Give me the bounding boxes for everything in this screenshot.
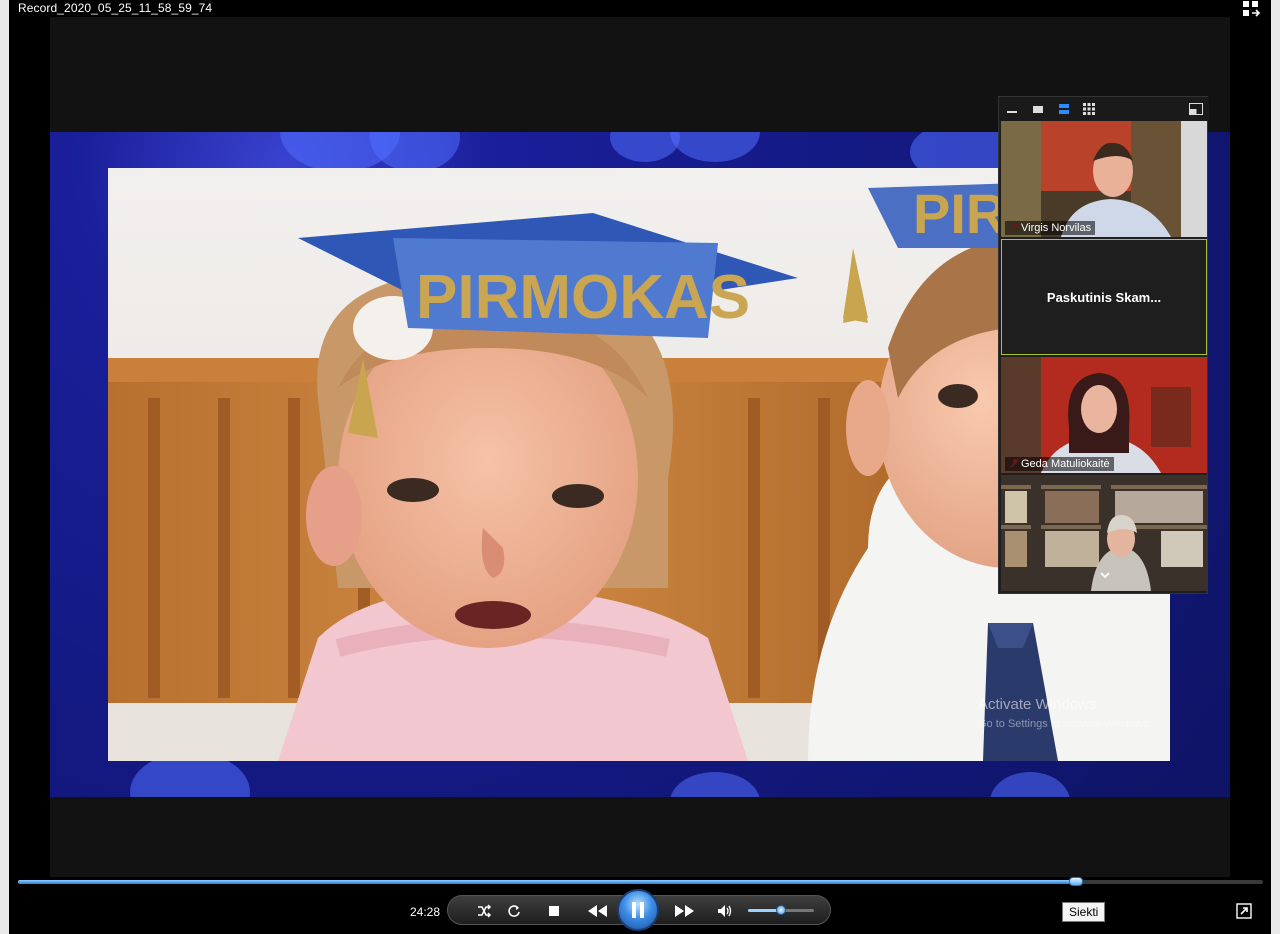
volume-thumb[interactable] xyxy=(776,905,786,915)
gallery-toolbar xyxy=(999,97,1209,121)
switch-to-now-playing-icon[interactable] xyxy=(1236,903,1252,919)
elapsed-time: 24:28 xyxy=(410,905,441,919)
participant-name-centered: Paskutinis Skam... xyxy=(1046,290,1162,305)
single-video-icon[interactable] xyxy=(1032,103,1044,115)
participant-name: Geda Matuliokaitė xyxy=(1005,457,1114,471)
volume-slider[interactable] xyxy=(748,905,814,915)
window-border-right xyxy=(1271,0,1280,934)
exit-panel-icon[interactable] xyxy=(1189,103,1203,115)
seek-progress xyxy=(18,880,1077,884)
shuffle-button[interactable] xyxy=(474,896,494,926)
pause-button[interactable] xyxy=(617,889,659,931)
participant-tile-active-speaker[interactable]: Paskutinis Skam... xyxy=(1001,239,1207,355)
svg-text:PIR: PIR xyxy=(913,182,1006,245)
participant-gallery-panel: Virgis Norvilas Paskutinis Skam... Geda … xyxy=(998,96,1209,594)
shuffle-icon xyxy=(478,904,492,918)
participant-video xyxy=(1001,357,1207,473)
next-button[interactable] xyxy=(662,896,706,926)
speaker-icon xyxy=(718,905,732,917)
repeat-icon xyxy=(508,905,520,917)
participant-name: Virgis Norvilas xyxy=(1005,221,1096,235)
mute-button[interactable] xyxy=(714,896,736,926)
seek-bar[interactable] xyxy=(18,877,1263,886)
minimize-video-icon[interactable] xyxy=(1006,103,1018,115)
stop-button[interactable] xyxy=(544,896,564,926)
svg-text:PIRMOKAS: PIRMOKAS xyxy=(416,263,750,332)
participant-tile[interactable]: Virgis Norvilas xyxy=(1001,121,1207,237)
participant-tile[interactable]: Geda Matuliokaitė xyxy=(1001,357,1207,473)
fast-forward-icon xyxy=(675,905,694,917)
previous-button[interactable] xyxy=(576,896,620,926)
repeat-button[interactable] xyxy=(504,896,524,926)
window-border-left xyxy=(0,0,9,934)
activation-watermark-subtitle: Go to Settings to activate Windows. xyxy=(978,718,1152,730)
media-player-window: Record_2020_05_25_11_58_59_74 PIR PIRMOK… xyxy=(0,0,1280,934)
participant-tile[interactable] xyxy=(1001,475,1207,591)
strip-view-icon[interactable] xyxy=(1058,103,1070,115)
activation-watermark-title: Activate Windows xyxy=(978,696,1097,713)
seek-tooltip: Siekti xyxy=(1062,902,1106,922)
stop-icon xyxy=(549,906,559,916)
gallery-grid-icon[interactable] xyxy=(1083,103,1095,115)
rewind-icon xyxy=(588,905,607,917)
seek-thumb[interactable] xyxy=(1069,877,1084,886)
window-title: Record_2020_05_25_11_58_59_74 xyxy=(18,1,213,15)
switch-to-library-icon[interactable] xyxy=(1240,0,1262,18)
pause-icon xyxy=(632,902,644,918)
chevron-down-icon[interactable] xyxy=(1099,570,1111,580)
participant-video xyxy=(1001,121,1207,237)
